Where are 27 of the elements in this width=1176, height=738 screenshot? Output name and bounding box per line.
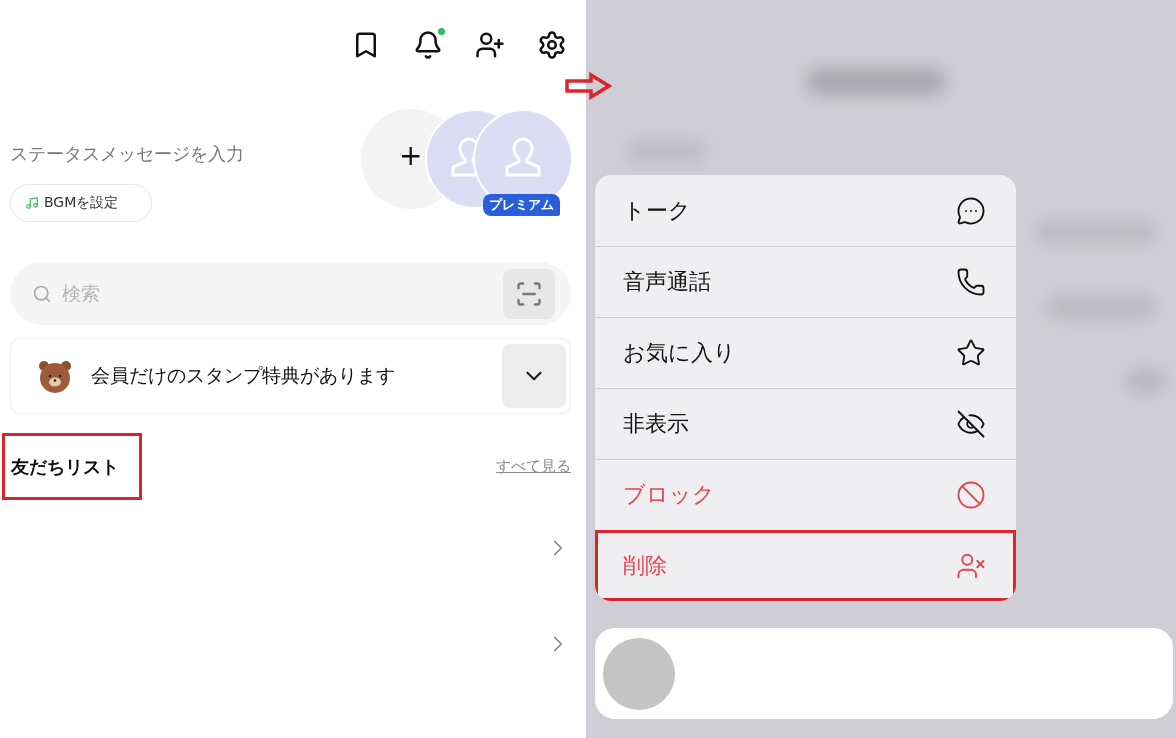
menu-item[interactable]: 削除 (595, 530, 1016, 601)
remove-user-icon (956, 551, 986, 581)
premium-badge: プレミアム (483, 194, 560, 216)
chat-bubble-icon (956, 195, 986, 226)
see-all-link[interactable]: すべて見る (496, 457, 571, 476)
menu-item[interactable]: 非表示 (595, 388, 1016, 459)
sticker-banner[interactable]: 会員だけのスタンプ特典があります (10, 338, 571, 414)
bear-icon (37, 359, 73, 393)
banner-text: 会員だけのスタンプ特典があります (91, 363, 396, 388)
phone-icon (956, 267, 986, 297)
section-heading: 友だちリスト (11, 454, 119, 479)
add-photo-button[interactable]: + (399, 142, 423, 170)
avatar-stack-drawing[interactable] (361, 108, 573, 210)
scan-button[interactable] (503, 268, 555, 319)
bgm-button[interactable]: BGMを設定 (10, 184, 152, 222)
menu-item[interactable]: 音声通話 (595, 246, 1016, 317)
block-icon (956, 480, 986, 510)
search-icon (32, 283, 52, 304)
star-icon (956, 338, 986, 368)
menu-item[interactable]: トーク (595, 175, 1016, 246)
scan-icon (515, 279, 543, 308)
menu-item[interactable]: お気に入り (595, 317, 1016, 388)
status-message-placeholder[interactable]: ステータスメッセージを入力 (10, 142, 244, 166)
menu-item[interactable]: ブロック (595, 459, 1016, 530)
annotation-arrow (564, 72, 612, 100)
music-note-icon (25, 196, 39, 210)
eye-off-icon (956, 409, 986, 439)
